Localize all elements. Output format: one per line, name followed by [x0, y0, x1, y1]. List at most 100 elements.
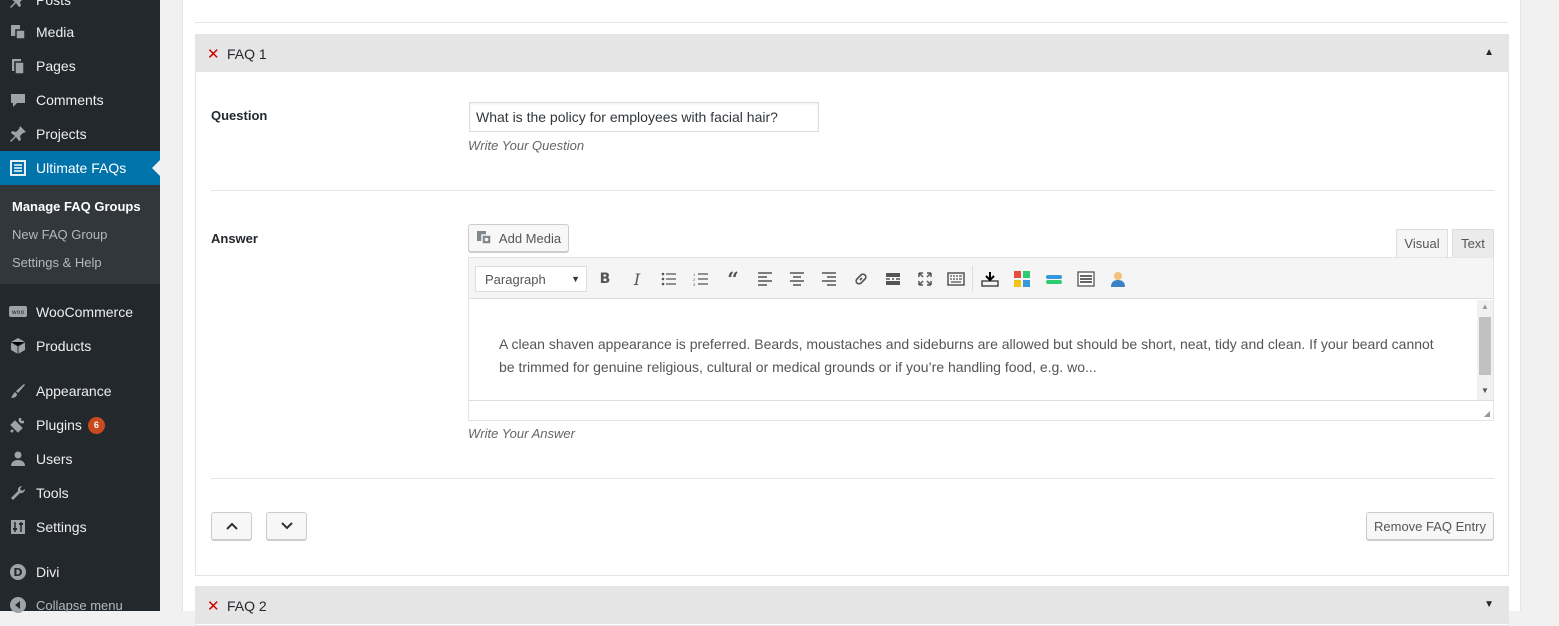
bulleted-list-icon[interactable] [658, 268, 680, 290]
numbered-list-icon[interactable]: 123 [690, 268, 712, 290]
read-more-icon[interactable] [882, 268, 904, 290]
answer-editor: Paragraph ▼ B I 123 “ A clean shaven app… [468, 257, 1494, 421]
menu-collapse[interactable]: Collapse menu [0, 588, 160, 622]
woo-icon: woo [0, 304, 36, 320]
faq-entry-2: ✕ FAQ 2 ▼ [195, 586, 1509, 626]
menu-item-label: Divi [36, 564, 60, 580]
submenu-manage-faq-groups[interactable]: Manage FAQ Groups [12, 199, 141, 214]
link-icon[interactable] [850, 268, 872, 290]
chevron-up-icon [225, 522, 238, 530]
faq-entry-1: ✕ FAQ 1 ▲ Question Write Your Question A… [195, 34, 1509, 576]
align-left-icon[interactable] [754, 268, 776, 290]
brush-icon [0, 382, 36, 400]
menu-item-ultimate-faqs[interactable]: Ultimate FAQs [0, 151, 160, 185]
pin-icon [0, 0, 36, 9]
tab-text[interactable]: Text [1452, 229, 1494, 258]
chevron-down-icon: ▼ [571, 274, 580, 284]
add-media-icon [476, 230, 494, 246]
button-insert-icon[interactable] [1043, 268, 1065, 290]
list-icon [0, 159, 36, 177]
svg-text:3: 3 [693, 282, 696, 286]
collapse-arrow-icon[interactable]: ▲ [1484, 47, 1494, 58]
add-media-label: Add Media [498, 230, 562, 246]
add-media-button[interactable]: Add Media [468, 224, 569, 252]
divider [211, 478, 1494, 479]
menu-item-label: Pages [36, 58, 76, 74]
faq-submenu: Manage FAQ Groups New FAQ Group Settings… [0, 185, 160, 284]
menu-item-pages[interactable]: Pages [0, 49, 160, 83]
remove-x-icon[interactable]: ✕ [207, 597, 227, 615]
menu-item-label: Plugins [36, 417, 82, 433]
remove-faq-entry-button[interactable]: Remove FAQ Entry [1366, 512, 1494, 540]
toolbar-separator [972, 266, 973, 292]
format-select-value: Paragraph [485, 271, 546, 287]
media-icon [0, 23, 36, 41]
chevron-down-icon [280, 522, 293, 530]
pin-icon [0, 125, 36, 143]
answer-content[interactable]: A clean shaven appearance is preferred. … [469, 300, 1477, 400]
admin-sidebar: Posts Media Pages Comments Projects Ulti… [0, 0, 160, 613]
menu-item-comments[interactable]: Comments [0, 83, 160, 117]
menu-item-label: Projects [36, 126, 87, 142]
menu-item-label: Comments [36, 92, 104, 108]
menu-item-label: Posts [36, 0, 72, 8]
sliders-icon [0, 518, 36, 536]
menu-item-label: Media [36, 24, 75, 40]
menu-item-plugins[interactable]: Plugins 6 [0, 408, 160, 442]
menu-item-label: Products [36, 338, 92, 354]
scroll-down-icon[interactable]: ▼ [1481, 386, 1489, 395]
format-select[interactable]: Paragraph ▼ [475, 266, 587, 292]
user-icon [0, 450, 36, 468]
remove-x-icon[interactable]: ✕ [207, 45, 227, 63]
resize-handle-icon[interactable]: ◢ [1484, 409, 1490, 418]
menu-item-appearance[interactable]: Appearance [0, 374, 160, 408]
toolbar-toggle-icon[interactable] [945, 268, 967, 290]
divider [211, 190, 1494, 191]
comments-icon [0, 91, 36, 109]
menu-item-users[interactable]: Users [0, 442, 160, 476]
scroll-thumb[interactable] [1479, 317, 1491, 375]
menu-item-projects[interactable]: Projects [0, 117, 160, 151]
submenu-settings-help[interactable]: Settings & Help [12, 255, 102, 270]
plug-icon [0, 416, 36, 434]
answer-label: Answer [211, 231, 258, 246]
menu-item-divi[interactable]: D Divi [0, 555, 160, 589]
menu-item-label: Tools [36, 485, 69, 501]
menu-item-products[interactable]: Products [0, 329, 160, 363]
editor-scrollbar[interactable]: ▲ ▼ [1477, 300, 1493, 400]
move-up-button[interactable] [211, 512, 252, 540]
expand-arrow-icon[interactable]: ▼ [1484, 599, 1494, 610]
insert-icon[interactable] [979, 268, 1001, 290]
move-down-button[interactable] [266, 512, 307, 540]
faq-entry-title: FAQ 2 [227, 597, 267, 614]
scroll-up-icon[interactable]: ▲ [1481, 302, 1489, 311]
bold-icon[interactable]: B [594, 268, 616, 290]
align-center-icon[interactable] [786, 268, 808, 290]
faq-entry-header[interactable]: ✕ FAQ 1 ▲ [196, 35, 1508, 72]
menu-item-woocommerce[interactable]: woo WooCommerce [0, 295, 160, 329]
blockquote-icon[interactable]: “ [722, 267, 744, 291]
question-label: Question [211, 108, 268, 123]
menu-item-label: Ultimate FAQs [36, 160, 127, 176]
align-right-icon[interactable] [818, 268, 840, 290]
italic-icon[interactable]: I [626, 268, 648, 290]
menu-item-tools[interactable]: Tools [0, 476, 160, 510]
box-icon [0, 337, 36, 355]
answer-hint: Write Your Answer [468, 426, 575, 441]
columns-icon[interactable] [1075, 268, 1097, 290]
faq-entry-header[interactable]: ✕ FAQ 2 ▼ [196, 587, 1508, 624]
menu-item-media[interactable]: Media [0, 15, 160, 49]
svg-text:woo: woo [12, 309, 25, 316]
color-grid-icon[interactable] [1011, 268, 1033, 290]
plugins-update-badge: 6 [87, 416, 105, 434]
question-input[interactable] [469, 102, 819, 132]
divider [195, 22, 1508, 23]
tab-visual[interactable]: Visual [1396, 229, 1448, 258]
menu-item-settings[interactable]: Settings [0, 510, 160, 544]
menu-item-label: Appearance [36, 383, 112, 399]
submenu-new-faq-group[interactable]: New FAQ Group [12, 227, 107, 242]
author-icon[interactable] [1107, 268, 1129, 290]
faq-entry-title: FAQ 1 [227, 45, 267, 62]
fullscreen-icon[interactable] [914, 268, 936, 290]
menu-item-label: Collapse menu [36, 597, 123, 613]
